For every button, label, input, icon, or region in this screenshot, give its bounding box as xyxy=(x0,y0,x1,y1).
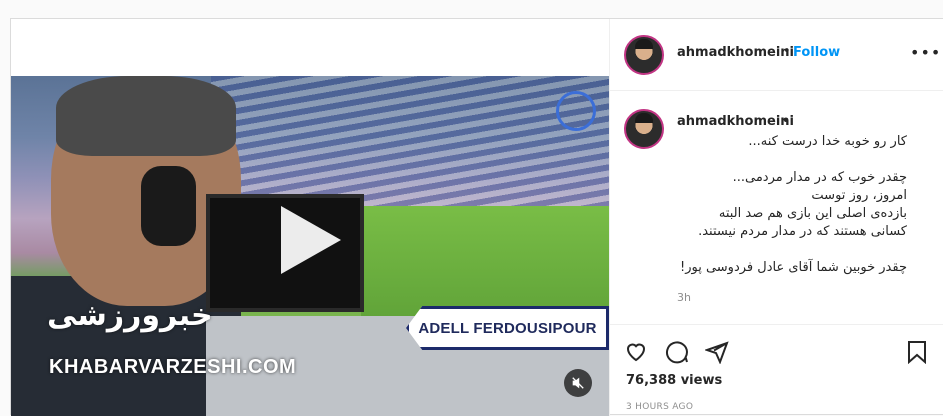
name-banner-text: ADELL FERDOUSIPOUR xyxy=(418,319,597,337)
header-username[interactable]: ahmadkhomeini xyxy=(677,45,794,60)
posted-time[interactable]: 3 HOURS AGO xyxy=(626,402,693,412)
action-bar: 76,388 views 3 HOURS AGO xyxy=(610,324,943,416)
post-header: ahmadkhomeini • Follow ••• xyxy=(610,19,943,91)
muted-speaker-icon[interactable] xyxy=(564,369,592,397)
caption-line: چقدر خوبین شما آقای عادل فردوسی پور! xyxy=(680,260,907,275)
avatar[interactable] xyxy=(624,35,664,75)
more-options-icon[interactable]: ••• xyxy=(910,43,941,62)
view-count[interactable]: 76,388 views xyxy=(626,373,722,388)
post-media[interactable]: ADELL FERDOUSIPOUR خبرورزشی KHABARVARZES… xyxy=(11,19,609,416)
caption-line: کار رو خوبه خدا درست کنه... xyxy=(748,134,907,149)
watermark-text: KHABARVARZESHI.COM xyxy=(49,356,297,378)
instagram-post: ADELL FERDOUSIPOUR خبرورزشی KHABARVARZES… xyxy=(10,18,943,416)
name-banner: ADELL FERDOUSIPOUR xyxy=(406,306,609,350)
comment-icon[interactable] xyxy=(665,340,689,369)
caption-username[interactable]: ahmadkhomeini xyxy=(677,114,794,129)
header-separator: • xyxy=(783,44,791,59)
commentator-hair xyxy=(56,76,236,156)
competition-logo xyxy=(556,91,596,131)
heart-icon[interactable] xyxy=(624,340,648,367)
caption-line: امروز، روز توست xyxy=(811,188,907,203)
caption-separator: • xyxy=(782,114,790,129)
bookmark-icon[interactable] xyxy=(906,340,928,369)
caption-text: کار رو خوبه خدا درست کنه... چقدر خوب که … xyxy=(677,133,907,277)
video-player[interactable]: ADELL FERDOUSIPOUR خبرورزشی KHABARVARZES… xyxy=(11,76,609,416)
follow-button[interactable]: Follow xyxy=(793,45,840,60)
share-icon[interactable] xyxy=(703,340,729,369)
play-icon[interactable] xyxy=(281,206,341,274)
post-sidebar: ahmadkhomeini • Follow ••• ahmadkhomeini… xyxy=(609,19,943,416)
caption-timestamp[interactable]: 3h xyxy=(677,291,691,304)
watermark-logo: خبرورزشی xyxy=(47,298,213,333)
caption-avatar[interactable] xyxy=(624,109,664,149)
caption-line: کسانی هستند که در مدار مردم نیستند. xyxy=(698,224,907,239)
caption-line: چقدر خوب که در مدار مردمی... xyxy=(732,170,907,185)
caption-line: بازده‌ی اصلی این بازی هم صد البته xyxy=(718,206,907,221)
headset xyxy=(141,166,196,246)
